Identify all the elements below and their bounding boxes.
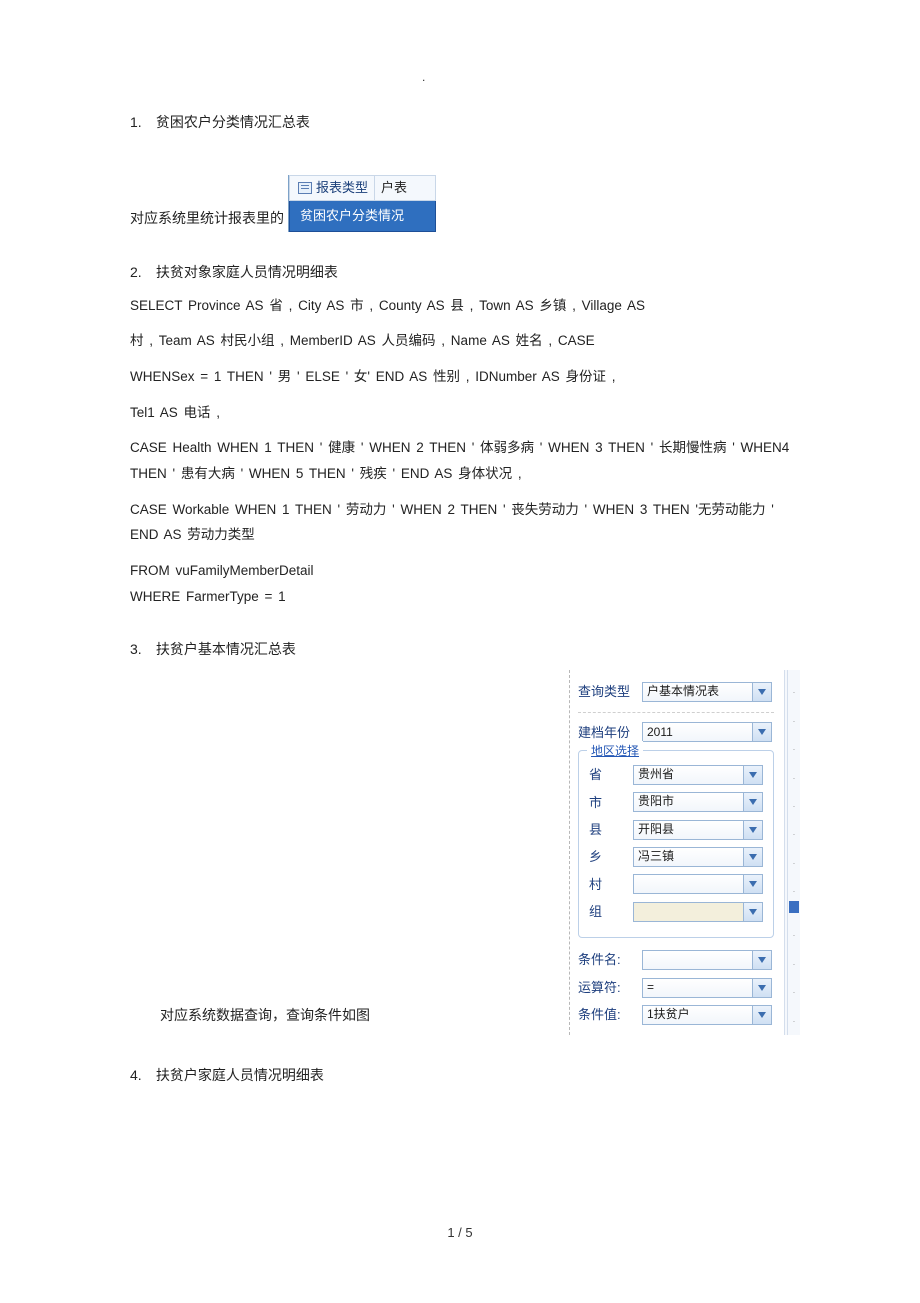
region-row-label: 省 (589, 763, 633, 786)
chevron-down-icon (743, 821, 762, 839)
sql-line-7: FROM vuFamilyMemberDetail (130, 558, 800, 584)
sql-line-8: WHERE FarmerType = 1 (130, 584, 800, 610)
query-type-select-text: 户基本情况表 (647, 681, 752, 703)
chevron-down-icon (752, 723, 771, 741)
region-select-text: 贵州省 (638, 764, 743, 786)
cond-name-label: 条件名: (578, 948, 642, 971)
region-select-5 (633, 902, 763, 922)
year-select[interactable]: 2011 (642, 722, 772, 742)
chevron-down-icon (752, 979, 771, 997)
chevron-down-icon (743, 766, 762, 784)
report-type-label: 报表类型 (316, 176, 368, 199)
query-type-row: 查询类型 户基本情况表 (578, 680, 774, 712)
cond-value-text: 1扶贫户 (647, 1004, 752, 1026)
chevron-down-icon (743, 903, 762, 921)
section-1-text: 贫困农户分类情况汇总表 (156, 114, 310, 130)
query-type-label: 查询类型 (578, 680, 642, 703)
year-select-text: 2011 (647, 722, 752, 744)
region-select-0[interactable]: 贵州省 (633, 765, 763, 785)
section-1: 1. 贫困农户分类情况汇总表 对应系统里统计报表里的 报表类型 户表 贫困农户分… (130, 110, 800, 232)
sql-line-3: WHENSex = 1 THEN ' 男 ' ELSE ' 女' END AS … (130, 364, 800, 390)
region-row: 县开阳县 (589, 818, 763, 841)
section-1-title: 1. 贫困农户分类情况汇总表 (130, 110, 800, 135)
page-number: 1 / 5 (0, 1225, 920, 1240)
operator-text: = (647, 977, 752, 999)
section-3-caption: 对应系统数据查询，查询条件如图 (160, 1003, 559, 1034)
operator-label: 运算符: (578, 976, 642, 999)
sql-line-2: 村 , Team AS 村民小组 , MemberID AS 人员编码 , Na… (130, 328, 800, 354)
section-1-lead: 对应系统里统计报表里的 (130, 206, 284, 231)
chevron-down-icon (743, 875, 762, 893)
region-select-4[interactable] (633, 874, 763, 894)
sql-line-4: Tel1 AS 电话 , (130, 400, 800, 426)
right-rail: ... ... .. ... . (784, 670, 800, 1034)
region-row-label: 组 (589, 900, 633, 923)
report-type-panel: 报表类型 户表 贫困农户分类情况 (288, 175, 436, 231)
section-3-title: 3. 扶贫户基本情况汇总表 (130, 637, 800, 662)
region-row: 组 (589, 900, 763, 923)
sql-line-1: SELECT Province AS 省 , City AS 市 , Count… (130, 293, 800, 319)
chevron-down-icon (752, 1006, 771, 1024)
section-3-num: 3. (130, 637, 152, 662)
cond-name-row: 条件名: (578, 948, 774, 971)
report-type-highlight[interactable]: 贫困农户分类情况 (289, 201, 436, 231)
section-2: 2. 扶贫对象家庭人员情况明细表 SELECT Province AS 省 , … (130, 260, 800, 610)
document-icon (298, 182, 312, 194)
region-row: 省贵州省 (589, 763, 763, 786)
section-2-num: 2. (130, 260, 152, 285)
cond-value-select[interactable]: 1扶贫户 (642, 1005, 772, 1025)
chevron-down-icon (752, 683, 771, 701)
region-select-1[interactable]: 贵阳市 (633, 792, 763, 812)
section-3: 3. 扶贫户基本情况汇总表 对应系统数据查询，查询条件如图 查询类型 户基本情况… (130, 637, 800, 1034)
section-4-num: 4. (130, 1063, 152, 1088)
sql-line-5: CASE Health WHEN 1 THEN ' 健康 ' WHEN 2 TH… (130, 435, 800, 486)
sql-line-6: CASE Workable WHEN 1 THEN ' 劳动力 ' WHEN 2… (130, 497, 800, 548)
region-select-text: 开阳县 (638, 819, 743, 841)
region-row-label: 县 (589, 818, 633, 841)
cond-name-select[interactable] (642, 950, 772, 970)
report-type-value[interactable]: 户表 (374, 176, 435, 200)
query-type-select[interactable]: 户基本情况表 (642, 682, 772, 702)
section-2-title: 2. 扶贫对象家庭人员情况明细表 (130, 260, 800, 285)
region-row-label: 乡 (589, 845, 633, 868)
section-4: 4. 扶贫户家庭人员情况明细表 (130, 1063, 800, 1088)
section-4-title: 4. 扶贫户家庭人员情况明细表 (130, 1063, 800, 1088)
operator-row: 运算符: = (578, 976, 774, 999)
chevron-down-icon (743, 793, 762, 811)
page: . 1. 贫困农户分类情况汇总表 对应系统里统计报表里的 报表类型 户表 贫困农… (0, 0, 920, 1260)
region-select-text: 冯三镇 (638, 846, 743, 868)
region-row: 市贵阳市 (589, 791, 763, 814)
report-type-label-cell: 报表类型 (290, 176, 374, 199)
region-row: 村 (589, 873, 763, 896)
chevron-down-icon (752, 951, 771, 969)
query-panel: 查询类型 户基本情况表 建档年份 2011 (569, 670, 774, 1034)
region-select-text: 贵阳市 (638, 791, 743, 813)
region-select-2[interactable]: 开阳县 (633, 820, 763, 840)
operator-select[interactable]: = (642, 978, 772, 998)
region-row: 乡冯三镇 (589, 845, 763, 868)
region-select-3[interactable]: 冯三镇 (633, 847, 763, 867)
section-4-text: 扶贫户家庭人员情况明细表 (156, 1067, 324, 1083)
sql-block: SELECT Province AS 省 , City AS 市 , Count… (130, 293, 800, 609)
region-fieldset: 地区选择 省贵州省市贵阳市县开阳县乡冯三镇村组 (578, 750, 774, 938)
section-2-text: 扶贫对象家庭人员情况明细表 (156, 264, 338, 280)
region-legend[interactable]: 地区选择 (587, 741, 643, 763)
section-1-num: 1. (130, 110, 152, 135)
chevron-down-icon (743, 848, 762, 866)
cond-value-label: 条件值: (578, 1003, 642, 1026)
section-3-text: 扶贫户基本情况汇总表 (156, 641, 296, 657)
cond-value-row: 条件值: 1扶贫户 (578, 1003, 774, 1026)
region-row-label: 市 (589, 791, 633, 814)
rail-highlight (789, 901, 799, 913)
top-dot: . (422, 70, 425, 84)
region-row-label: 村 (589, 873, 633, 896)
